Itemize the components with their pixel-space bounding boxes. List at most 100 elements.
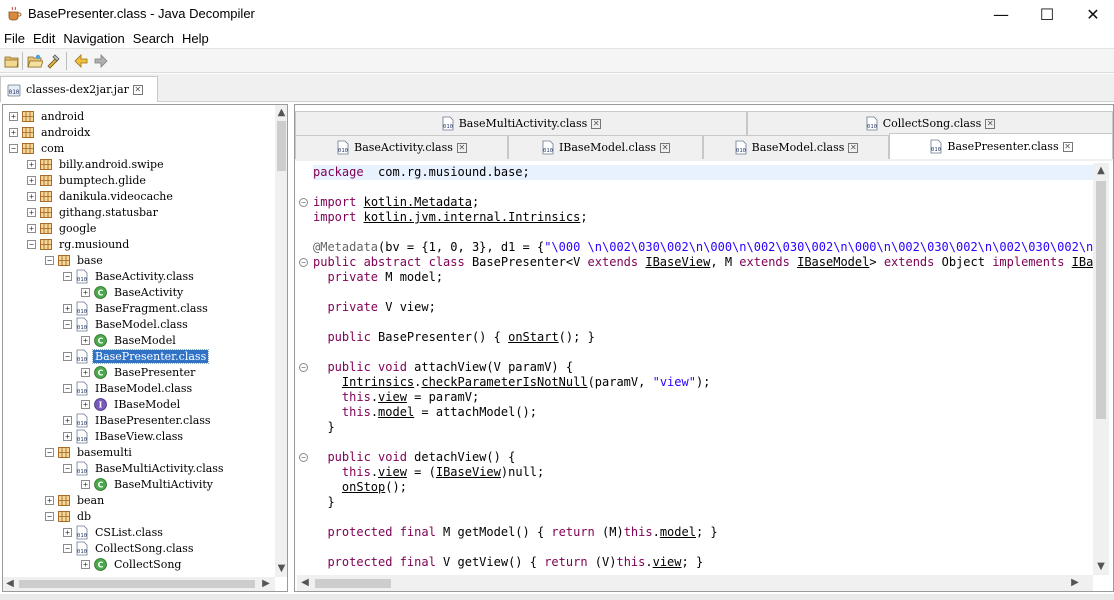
tree-node[interactable]: −010 IBaseModel.class	[63, 380, 194, 396]
tree-node[interactable]: + C BaseActivity	[81, 284, 185, 300]
scrollbar-thumb[interactable]	[315, 579, 391, 588]
collapse-icon[interactable]: −	[63, 319, 72, 329]
collapse-icon[interactable]: −	[27, 239, 36, 249]
back-icon[interactable]	[73, 53, 89, 69]
expand-icon[interactable]: +	[27, 191, 36, 201]
fold-toggle-icon[interactable]: −	[299, 363, 308, 372]
tree-node[interactable]: + danikula.videocache	[27, 188, 175, 204]
open-type-icon[interactable]	[45, 53, 61, 69]
tree-node[interactable]: + githang.statusbar	[27, 204, 160, 220]
collapse-icon[interactable]: −	[63, 543, 72, 553]
file-tab-basepresenter[interactable]: 010 BasePresenter.class ✕	[889, 133, 1113, 159]
scrollbar-thumb[interactable]	[19, 580, 255, 588]
scroll-down-arrow-icon[interactable]: ▼	[1093, 561, 1109, 572]
expand-icon[interactable]: +	[63, 415, 72, 425]
tree-node[interactable]: + google	[27, 220, 98, 236]
collapse-icon[interactable]: −	[63, 463, 72, 473]
scroll-up-arrow-icon[interactable]: ▲	[1093, 165, 1109, 176]
tree-node[interactable]: −010 BaseModel.class	[63, 316, 190, 332]
close-window-button[interactable]: ✕	[1070, 0, 1114, 28]
tree-node[interactable]: + billy.android.swipe	[27, 156, 166, 172]
expand-icon[interactable]: +	[9, 111, 18, 121]
maximize-button[interactable]: ☐	[1024, 0, 1070, 28]
file-tab-basemultiactivity[interactable]: 010 BaseMultiActivity.class ✕	[295, 111, 747, 135]
tree-node[interactable]: + I IBaseModel	[81, 396, 182, 412]
scrollbar-thumb[interactable]	[1096, 181, 1106, 419]
file-tab-collectsong[interactable]: 010 CollectSong.class ✕	[747, 111, 1113, 135]
tree-node[interactable]: −010 BaseMultiActivity.class	[63, 460, 226, 476]
scroll-left-arrow-icon[interactable]: ◀	[5, 578, 15, 589]
tree-node[interactable]: −010 CollectSong.class	[63, 540, 195, 556]
expand-icon[interactable]: +	[27, 159, 36, 169]
expand-icon[interactable]: +	[81, 399, 90, 409]
close-tab-icon[interactable]: ✕	[591, 118, 602, 129]
close-tab-icon[interactable]: ✕	[132, 84, 143, 95]
tree-node[interactable]: − rg.musiound	[27, 236, 131, 252]
expand-icon[interactable]: +	[27, 175, 36, 185]
tree-node[interactable]: − com	[9, 140, 66, 156]
file-tab-basemodel[interactable]: 010 BaseModel.class ✕	[703, 135, 889, 159]
tree-node[interactable]: + C BaseModel	[81, 332, 178, 348]
code-horizontal-scrollbar[interactable]: ◀ ▶	[297, 575, 1093, 591]
collapse-icon[interactable]: −	[45, 447, 54, 457]
tree-node[interactable]: + C CollectSong	[81, 556, 183, 572]
tree-node[interactable]: + androidx	[9, 124, 92, 140]
tree-vertical-scrollbar[interactable]: ▲ ▼	[275, 105, 287, 577]
expand-icon[interactable]: +	[63, 527, 72, 537]
scroll-up-arrow-icon[interactable]: ▲	[275, 107, 287, 118]
tree-node[interactable]: −010 BasePresenter.class	[63, 348, 210, 364]
close-tab-icon[interactable]: ✕	[660, 142, 671, 153]
fold-toggle-icon[interactable]: −	[299, 198, 308, 207]
fold-toggle-icon[interactable]: −	[299, 258, 308, 267]
collapse-icon[interactable]: −	[45, 511, 54, 521]
tree-node[interactable]: −010 BaseActivity.class	[63, 268, 196, 284]
scroll-left-arrow-icon[interactable]: ◀	[299, 577, 311, 588]
open-file-icon[interactable]	[4, 53, 20, 69]
scroll-down-arrow-icon[interactable]: ▼	[275, 563, 287, 574]
tree-node[interactable]: +010 IBaseView.class	[63, 428, 185, 444]
menu-help[interactable]: Help	[182, 31, 209, 46]
code-view[interactable]: − − − − package com.rg.musiound.base; import…	[297, 163, 1093, 575]
tree-node[interactable]: − db	[45, 508, 93, 524]
tree-node[interactable]: + bean	[45, 492, 106, 508]
code-vertical-scrollbar[interactable]: ▲ ▼	[1093, 163, 1109, 575]
tree-node[interactable]: − base	[45, 252, 105, 268]
collapse-icon[interactable]: −	[9, 143, 18, 153]
tree-node[interactable]: + C BaseMultiActivity	[81, 476, 215, 492]
expand-icon[interactable]: +	[63, 431, 72, 441]
expand-icon[interactable]: +	[63, 303, 72, 313]
close-tab-icon[interactable]: ✕	[985, 118, 996, 129]
scrollbar-thumb[interactable]	[277, 121, 286, 171]
menu-edit[interactable]: Edit	[33, 31, 55, 46]
expand-icon[interactable]: +	[27, 207, 36, 217]
menu-file[interactable]: File	[4, 31, 25, 46]
scroll-right-arrow-icon[interactable]: ▶	[261, 578, 271, 589]
expand-icon[interactable]: +	[81, 287, 90, 297]
close-tab-icon[interactable]: ✕	[1062, 141, 1073, 152]
collapse-icon[interactable]: −	[63, 271, 72, 281]
forward-icon[interactable]	[93, 53, 109, 69]
expand-icon[interactable]: +	[9, 127, 18, 137]
collapse-icon[interactable]: −	[45, 255, 54, 265]
tree-node[interactable]: − basemulti	[45, 444, 134, 460]
fold-toggle-icon[interactable]: −	[299, 453, 308, 462]
file-tab-ibasemodel[interactable]: 010 IBaseModel.class ✕	[508, 135, 703, 159]
expand-icon[interactable]: +	[81, 335, 90, 345]
tree-node[interactable]: + bumptech.glide	[27, 172, 148, 188]
open-folder-icon[interactable]	[27, 53, 43, 69]
expand-icon[interactable]: +	[45, 495, 54, 505]
close-tab-icon[interactable]: ✕	[848, 142, 859, 153]
expand-icon[interactable]: +	[81, 479, 90, 489]
collapse-icon[interactable]: −	[63, 351, 72, 361]
tree-node[interactable]: +010 BaseFragment.class	[63, 300, 210, 316]
minimize-button[interactable]: —	[978, 0, 1024, 28]
tree-node[interactable]: +010 IBasePresenter.class	[63, 412, 213, 428]
menu-navigation[interactable]: Navigation	[63, 31, 124, 46]
jar-tab[interactable]: 010 classes-dex2jar.jar ✕	[0, 76, 158, 102]
expand-icon[interactable]: +	[81, 367, 90, 377]
scroll-right-arrow-icon[interactable]: ▶	[1069, 577, 1081, 588]
menu-search[interactable]: Search	[133, 31, 174, 46]
file-tab-baseactivity[interactable]: 010 BaseActivity.class ✕	[295, 135, 508, 159]
tree-horizontal-scrollbar[interactable]: ◀ ▶	[3, 577, 275, 591]
expand-icon[interactable]: +	[27, 223, 36, 233]
